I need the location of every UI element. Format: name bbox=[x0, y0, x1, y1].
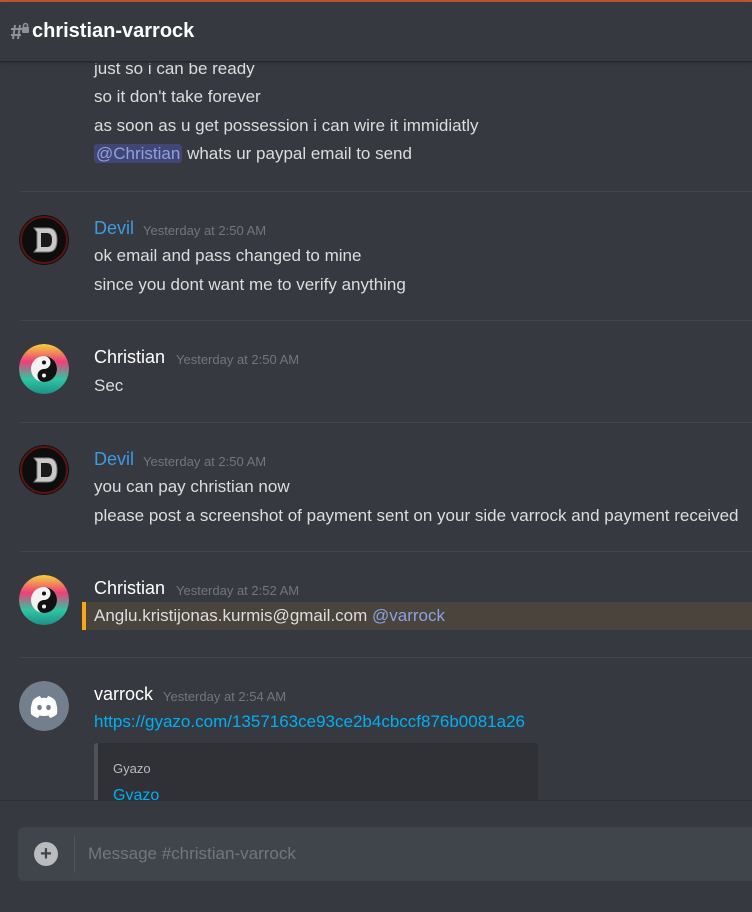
message-divider bbox=[20, 657, 752, 658]
message-line: @Christian whats ur paypal email to send bbox=[94, 144, 412, 164]
channel-title: christian-varrock bbox=[32, 20, 195, 42]
message-timestamp: Yesterday at 2:50 AM bbox=[143, 223, 267, 238]
discord-default-avatar[interactable] bbox=[19, 681, 69, 731]
message-line: just so i can be ready bbox=[94, 63, 255, 78]
yin-yang-avatar[interactable] bbox=[19, 344, 69, 394]
message-list[interactable]: just so i can be ready so it don't take … bbox=[0, 63, 752, 801]
embed-title-link[interactable]: Gyazo bbox=[113, 787, 159, 801]
message-line: as soon as u get possession i can wire i… bbox=[94, 116, 479, 135]
yin-yang-avatar[interactable] bbox=[19, 575, 69, 625]
message-text: Anglu.kristijonas.kurmis@gmail.com bbox=[94, 606, 373, 625]
input-separator bbox=[74, 835, 75, 873]
author-name[interactable]: Christian bbox=[94, 578, 165, 599]
message-divider bbox=[20, 551, 752, 552]
message-timestamp: Yesterday at 2:54 AM bbox=[163, 689, 287, 704]
embed-provider: Gyazo bbox=[113, 761, 151, 776]
message-timestamp: Yesterday at 2:52 AM bbox=[176, 583, 300, 598]
message-line: you can pay christian now bbox=[94, 477, 290, 496]
message-divider bbox=[20, 422, 752, 423]
message-timestamp: Yesterday at 2:50 AM bbox=[176, 352, 300, 367]
message-line: so it don't take forever bbox=[94, 87, 261, 106]
message-divider bbox=[20, 320, 752, 321]
link-embed[interactable]: Gyazo Gyazo bbox=[94, 743, 538, 801]
message-line: Anglu.kristijonas.kurmis@gmail.com @varr… bbox=[94, 606, 445, 626]
message-line: since you dont want me to verify anythin… bbox=[94, 275, 406, 294]
devil-avatar[interactable] bbox=[19, 445, 69, 495]
author-name[interactable]: Devil bbox=[94, 449, 134, 470]
author-name[interactable]: varrock bbox=[94, 684, 153, 705]
user-mention[interactable]: @varrock bbox=[372, 606, 445, 625]
message-line: Sec bbox=[94, 376, 124, 395]
devil-avatar[interactable] bbox=[19, 215, 69, 265]
plus-circle-icon[interactable]: + bbox=[34, 842, 58, 866]
message-line: ok email and pass changed to mine bbox=[94, 246, 362, 265]
user-mention[interactable]: @Christian bbox=[94, 144, 183, 163]
message-input-box[interactable]: + Message #christian-varrock bbox=[18, 827, 752, 881]
locked-hash-icon bbox=[10, 21, 30, 43]
message-timestamp: Yesterday at 2:50 AM bbox=[143, 454, 267, 469]
message-input[interactable]: Message #christian-varrock bbox=[88, 844, 296, 864]
author-name[interactable]: Christian bbox=[94, 347, 165, 368]
message-line: please post a screenshot of payment sent… bbox=[94, 506, 739, 525]
author-name[interactable]: Devil bbox=[94, 218, 134, 239]
message-divider bbox=[20, 191, 752, 192]
message-link[interactable]: https://gyazo.com/1357163ce93ce2b4cbccf8… bbox=[94, 712, 525, 732]
message-text: whats ur paypal email to send bbox=[182, 144, 412, 163]
channel-header: christian-varrock bbox=[0, 2, 752, 62]
